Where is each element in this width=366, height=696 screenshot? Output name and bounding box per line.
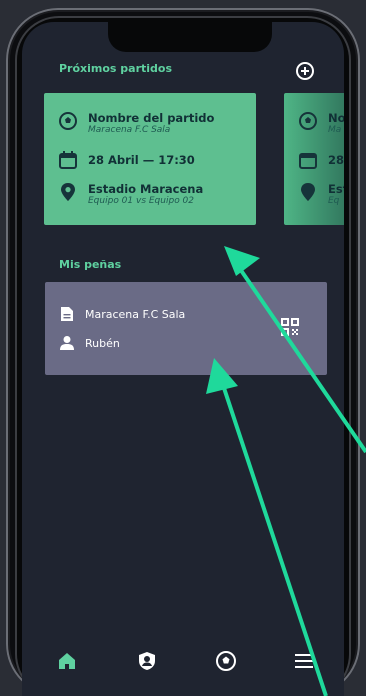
calendar-icon [299,153,317,169]
match-venue-row: Estadio Maracena Equipo 01 vs Equipo 02 [58,182,203,207]
match-teams: Eq [328,196,340,206]
app-screen: Próximos partidos Nombre del partido Mar… [22,22,344,696]
calendar-icon [59,151,77,169]
match-venue-row: Est Eq [298,182,344,207]
match-name: No [328,111,344,125]
match-datetime: 28 Abril — 17:30 [88,153,195,167]
shield-user-icon[interactable] [136,650,158,672]
match-venue: Estadio Maracena [88,182,204,196]
match-date-row: 28 Abril — 17:30 [58,150,195,170]
home-icon[interactable] [56,650,78,672]
pena-name-row: Maracena F.C Sala [59,306,185,322]
soccer-ball-icon [299,112,317,130]
match-teams: Equipo 01 vs Equipo 02 [88,196,195,206]
plus-circle-icon[interactable] [296,62,314,80]
pena-user: Rubén [85,336,120,350]
user-icon [60,336,74,350]
match-team: Ma [328,125,342,135]
match-card[interactable]: Nombre del partido Maracena F.C Sala 28 … [44,93,256,225]
match-name-row: No Ma [298,111,344,136]
phone-notch [108,22,272,52]
pena-user-row: Rubén [59,335,120,351]
soccer-ball-icon[interactable] [215,650,237,672]
qr-code-icon[interactable] [281,318,299,336]
location-pin-icon [301,183,315,201]
match-card[interactable]: No Ma 28 A Est Eq [284,93,344,225]
location-pin-icon [61,183,75,201]
match-name-row: Nombre del partido Maracena F.C Sala [58,111,214,136]
menu-icon[interactable] [293,650,315,672]
document-icon [61,307,73,321]
match-team: Maracena F.C Sala [88,125,171,135]
match-date-row: 28 A [298,150,344,170]
upcoming-matches-title: Próximos partidos [59,62,173,75]
pena-name: Maracena F.C Sala [85,307,186,321]
match-datetime: 28 A [328,153,344,167]
match-name: Nombre del partido [88,111,215,125]
match-venue: Est [328,182,344,196]
soccer-ball-icon [59,112,77,130]
my-penas-title: Mis peñas [59,258,122,271]
pena-card[interactable]: Maracena F.C Sala Rubén [45,282,327,375]
bottom-tab-bar [22,650,344,696]
